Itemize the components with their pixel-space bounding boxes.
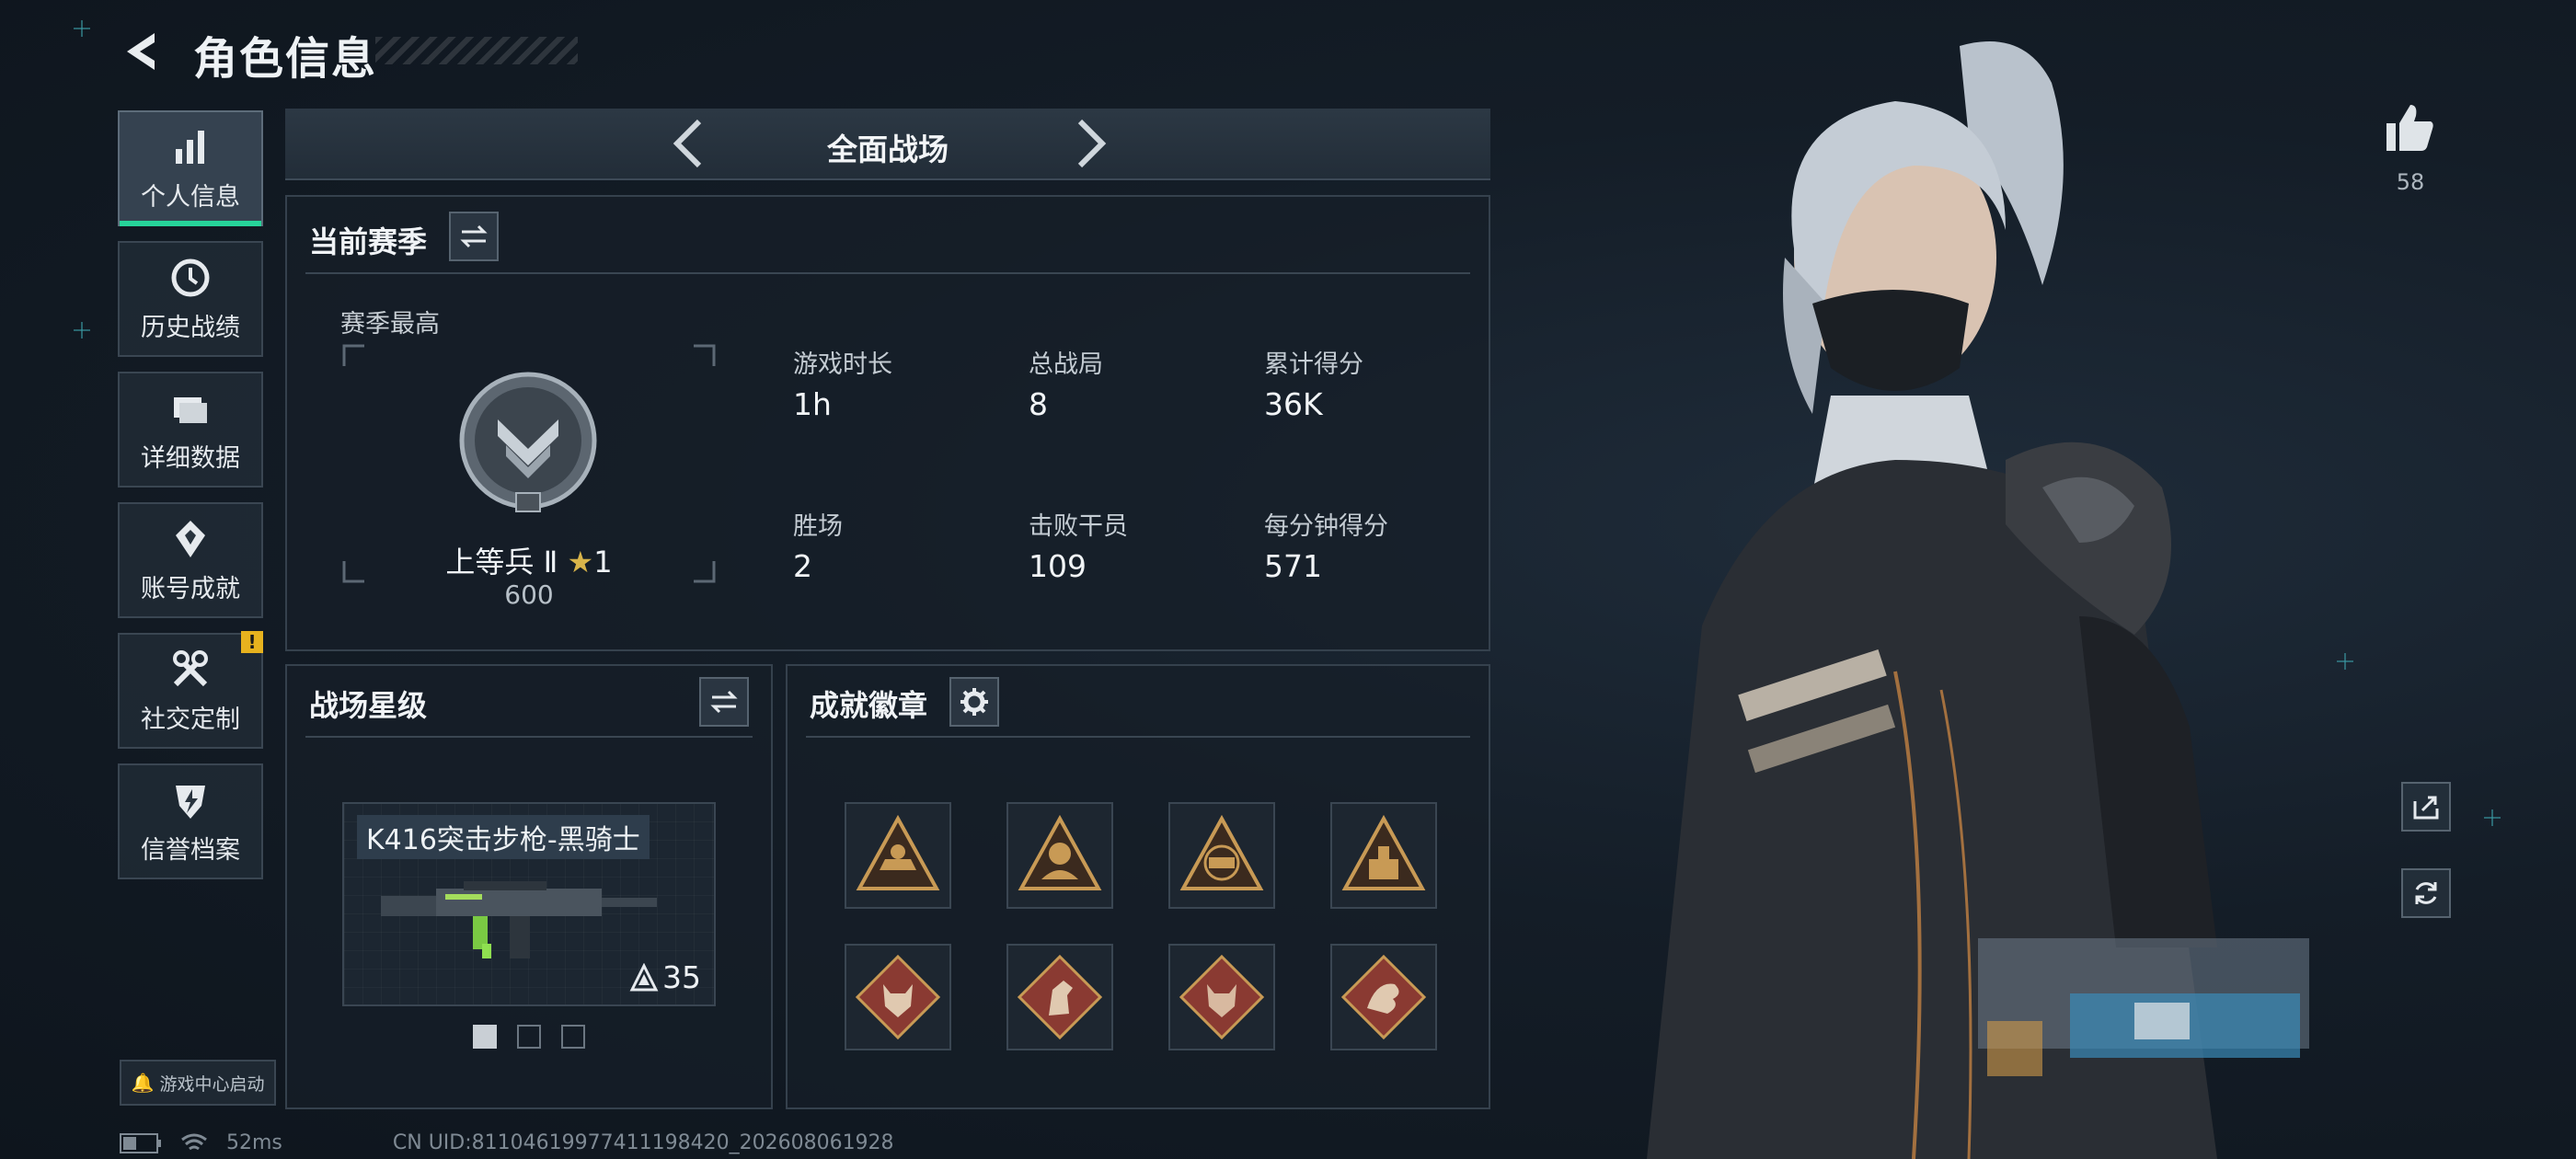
uid-text: CN UID:81104619977411198420_202608061928 [392, 1131, 894, 1154]
stat-value: 571 [1264, 548, 1322, 584]
soldier-badge-icon [1018, 814, 1102, 890]
dragon-badge-icon [1340, 954, 1427, 1040]
sidebar-item-label: 历史战绩 [141, 313, 240, 342]
season-best-label: 赛季最高 [340, 310, 440, 339]
history-icon [171, 258, 210, 296]
sidebar-item-detail-data[interactable]: 详细数据 [118, 372, 263, 488]
stat-label: 游戏时长 [793, 350, 892, 379]
swap-icon [710, 690, 738, 714]
stat-value: 8 [1029, 386, 1048, 422]
sidebar-item-personal-info[interactable]: 个人信息 [118, 110, 263, 226]
stat-value: 109 [1029, 548, 1087, 584]
mode-selector: 全面战场 [285, 109, 1490, 180]
divider [806, 736, 1470, 738]
eri-badge-icon [1179, 814, 1264, 890]
refresh-button[interactable] [2401, 868, 2451, 918]
divider [305, 736, 753, 738]
rank-stars: 1 [593, 545, 613, 580]
game-center-launch-button[interactable]: 🔔 游戏中心启动 [120, 1060, 276, 1106]
chevron-right-icon[interactable] [1058, 114, 1117, 173]
star-level-switch-button[interactable] [699, 677, 749, 727]
thumbs-up-icon[interactable] [2383, 101, 2436, 155]
sidebar-item-account-achievement[interactable]: 账号成就 [118, 502, 263, 618]
weapon-level: 35 [629, 959, 701, 995]
panel-title: 战场星级 [309, 688, 428, 723]
page-title: 角色信息 [193, 33, 378, 85]
stat-label: 累计得分 [1264, 350, 1363, 379]
sidebar-item-label: 个人信息 [141, 182, 240, 212]
folder-icon [174, 396, 207, 423]
mode-label: 全面战场 [827, 132, 949, 167]
panel-title: 成就徽章 [810, 688, 928, 723]
stat-label: 总战局 [1029, 350, 1103, 379]
shield-lightning-icon [176, 785, 205, 819]
bell-icon: 🔔 [131, 1072, 155, 1094]
sidebar-item-credit-record[interactable]: 信誉档案 [118, 763, 263, 879]
status-bar: 52ms CN UID:81104619977411198420_2026080… [120, 1131, 894, 1154]
badge-slot[interactable] [1168, 802, 1275, 909]
share-button[interactable] [2401, 782, 2451, 832]
gear-icon [960, 688, 988, 716]
battery-icon [120, 1132, 161, 1153]
stat-value: 36K [1264, 386, 1323, 422]
wolf-badge-icon [1179, 954, 1265, 1040]
title-decoration [375, 37, 578, 64]
sidebar-item-label: 账号成就 [141, 574, 240, 603]
share-icon [2413, 796, 2439, 820]
divider [305, 272, 1470, 274]
rifle-icon [381, 881, 657, 958]
ping-value: 52ms [226, 1131, 282, 1154]
badge-slot[interactable] [845, 802, 951, 909]
sidebar-item-label: 社交定制 [141, 705, 240, 734]
panel-title: 当前赛季 [309, 224, 428, 259]
page-indicator-active[interactable] [473, 1025, 497, 1049]
stat-label: 每分钟得分 [1264, 512, 1388, 541]
bar-chart-icon [176, 130, 204, 164]
back-arrow-icon[interactable] [118, 28, 166, 75]
rank-score: 600 [504, 580, 554, 610]
horse-badge-icon [1017, 954, 1103, 1040]
tools-icon [173, 649, 208, 686]
star-rank-icon [629, 962, 659, 991]
sidebar-item-history[interactable]: 历史战绩 [118, 241, 263, 357]
vehicle-badge-icon [856, 814, 940, 890]
supply-badge-icon [1341, 814, 1426, 890]
star-icon: ★ [567, 545, 594, 580]
badge-slot[interactable] [1330, 802, 1437, 909]
like-count: 58 [2396, 169, 2425, 195]
badge-slot[interactable] [1006, 944, 1113, 1050]
achievement-icon [176, 520, 205, 557]
alert-badge: ! [241, 631, 263, 653]
page-indicator[interactable] [517, 1025, 541, 1049]
stat-value: 1h [793, 386, 832, 422]
wolf-badge-icon [855, 954, 941, 1040]
weapon-name: K416突击步枪-黑骑士 [357, 815, 650, 859]
sidebar-item-label: 详细数据 [141, 443, 240, 473]
stat-label: 胜场 [793, 512, 843, 541]
badge-slot[interactable] [1330, 944, 1437, 1050]
badge-slot[interactable] [845, 944, 951, 1050]
swap-icon [460, 224, 488, 248]
badge-settings-button[interactable] [949, 677, 999, 727]
refresh-icon [2415, 882, 2437, 904]
page-indicator[interactable] [561, 1025, 585, 1049]
character-illustration [1647, 41, 2309, 1159]
stat-label: 击败干员 [1029, 512, 1128, 541]
stat-value: 2 [793, 548, 812, 584]
wifi-icon [181, 1133, 207, 1150]
rank-emblem-icon [459, 372, 597, 512]
weapon-card[interactable]: K416突击步枪-黑骑士 35 [342, 802, 716, 1006]
badge-slot[interactable] [1006, 802, 1113, 909]
badge-slot[interactable] [1168, 944, 1275, 1050]
sidebar-item-label: 信誉档案 [141, 835, 240, 865]
season-switch-button[interactable] [449, 212, 499, 261]
rank-name: 上等兵 Ⅱ ★1 [445, 545, 613, 580]
